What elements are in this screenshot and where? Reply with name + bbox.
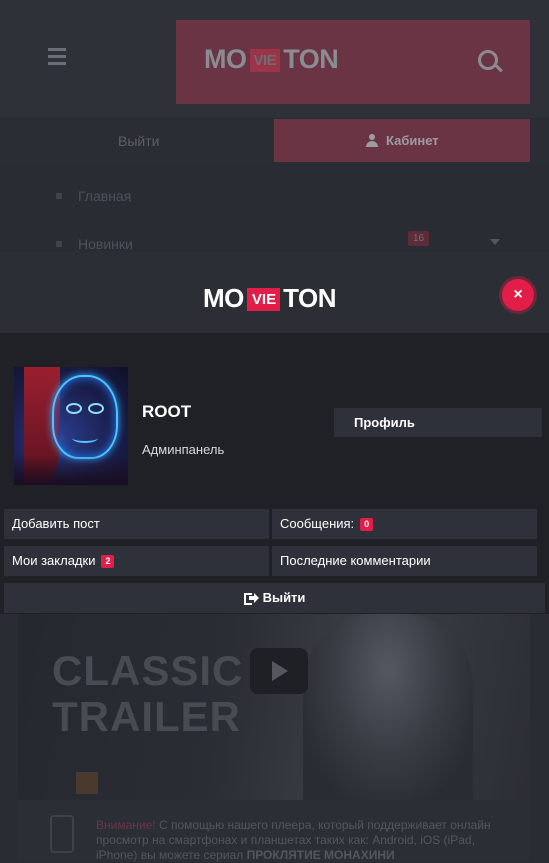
play-icon[interactable]: [250, 648, 308, 694]
video-player[interactable]: CLASSIC TRAILER: [18, 614, 530, 800]
menu-icon[interactable]: [48, 48, 66, 69]
add-post-button[interactable]: Добавить пост: [4, 509, 269, 539]
nav-count-badge: 16: [408, 231, 430, 246]
background-exit-link[interactable]: Выйти: [118, 133, 159, 149]
avatar: [14, 367, 128, 485]
bookmarks-count-badge: 2: [101, 555, 115, 568]
logout-button[interactable]: Выйти: [4, 583, 545, 613]
nav-item-home[interactable]: Главная: [78, 188, 131, 204]
nav-bullet-icon: [56, 193, 62, 199]
site-logo[interactable]: MO VIE TON: [203, 283, 336, 313]
sign-out-icon: [243, 593, 259, 605]
trailer-title: CLASSIC TRAILER: [52, 647, 244, 740]
search-icon[interactable]: [478, 50, 498, 70]
profile-button[interactable]: Профиль: [334, 408, 542, 437]
info-text: Внимание! С помощью нашего плеера, котор…: [96, 818, 491, 862]
background-logo[interactable]: MO VIE TON: [204, 44, 339, 75]
background-cabinet-label: Кабинет: [386, 133, 439, 148]
smartphone-icon: [50, 815, 74, 853]
user-icon: [366, 134, 378, 147]
chevron-down-icon[interactable]: [490, 239, 500, 245]
close-icon[interactable]: ×: [502, 279, 534, 311]
admin-panel-link[interactable]: Админпанель: [142, 442, 224, 457]
messages-count-badge: 0: [360, 518, 374, 531]
last-comments-button[interactable]: Последние комментарии: [272, 546, 537, 576]
nav-item-new[interactable]: Новинки: [78, 236, 133, 252]
player-logo: [76, 772, 98, 794]
nav-bullet-icon: [56, 241, 62, 247]
messages-button[interactable]: Сообщения: 0: [272, 509, 537, 539]
username: ROOT: [142, 402, 192, 421]
trailer-still-image: [303, 614, 473, 800]
bookmarks-button[interactable]: Мои закладки 2: [4, 546, 269, 576]
